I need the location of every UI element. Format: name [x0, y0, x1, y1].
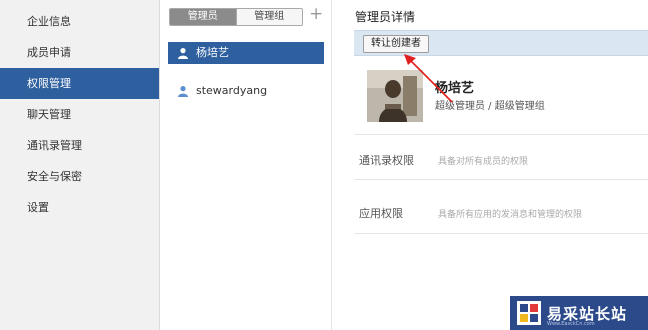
nav-item-permissions[interactable]: 权限管理 [0, 68, 159, 99]
nav-item-member-requests[interactable]: 成员申请 [0, 37, 159, 68]
app-permission-label: 应用权限 [359, 207, 403, 220]
detail-toolbar: 转让创建者 [354, 30, 648, 56]
add-admin-button[interactable]: + [309, 4, 323, 24]
nav-item-chat-management[interactable]: 聊天管理 [0, 99, 159, 130]
page-title: 管理员详情 [355, 10, 416, 24]
sidebar-nav: 企业信息 成员申请 权限管理 聊天管理 通讯录管理 安全与保密 设置 [0, 0, 160, 330]
user-icon [177, 85, 189, 97]
admin-list-panel: 管理员 管理组 + 杨培艺 stewardyang [161, 0, 332, 330]
admin-name-label: 杨培艺 [196, 46, 229, 59]
nav-item-contacts-management[interactable]: 通讯录管理 [0, 130, 159, 161]
nav-item-company-info[interactable]: 企业信息 [0, 6, 159, 37]
tab-admins[interactable]: 管理员 [170, 9, 236, 25]
admin-detail-panel: 管理员详情 转让创建者 杨培艺 超级管理员 / 超级管理组 通讯录权限 具备对所… [333, 0, 648, 330]
admin-role: 超级管理员 / 超级管理组 [435, 101, 545, 112]
contacts-permission-label: 通讯录权限 [359, 154, 414, 167]
nav-item-settings[interactable]: 设置 [0, 192, 159, 223]
user-icon [177, 47, 189, 59]
app-permission-desc: 具备所有应用的发消息和管理的权限 [438, 210, 583, 220]
admin-tab-switcher: 管理员 管理组 [169, 8, 303, 26]
admin-name-label: stewardyang [196, 84, 268, 97]
admin-name: 杨培艺 [435, 81, 475, 96]
watermark-mark-icon [517, 301, 541, 325]
admin-list-item[interactable]: 杨培艺 [168, 42, 324, 64]
divider [354, 134, 648, 135]
avatar [367, 70, 423, 122]
watermark-subtext: Www.EasckCn.com [547, 321, 595, 327]
divider [354, 179, 648, 180]
divider [354, 233, 648, 234]
admin-list-item[interactable]: stewardyang [168, 80, 324, 102]
nav-item-security[interactable]: 安全与保密 [0, 161, 159, 192]
transfer-creator-button[interactable]: 转让创建者 [363, 35, 429, 53]
contacts-permission-desc: 具备对所有成员的权限 [438, 157, 529, 167]
tab-admin-groups[interactable]: 管理组 [235, 9, 302, 25]
